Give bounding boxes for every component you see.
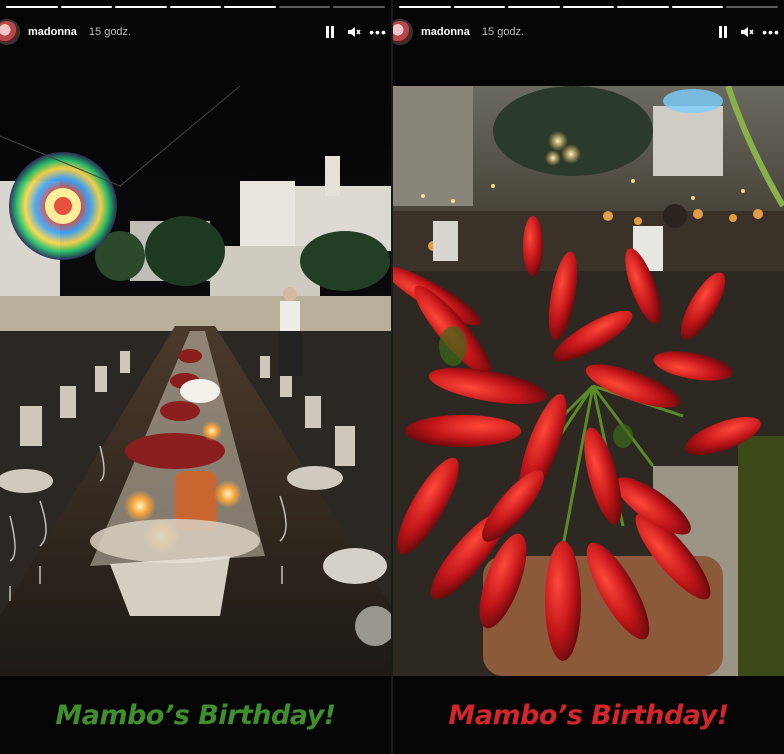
more-icon[interactable]: •••: [369, 25, 386, 39]
progress-segment: [169, 6, 222, 8]
pause-icon[interactable]: [323, 25, 337, 39]
progress-segment: [333, 6, 386, 8]
avatar[interactable]: [0, 19, 20, 45]
avatar[interactable]: [393, 19, 413, 45]
mute-icon[interactable]: [740, 25, 754, 39]
progress-segment: [399, 6, 451, 8]
username[interactable]: madonna: [28, 26, 77, 38]
timestamp: 15 godz.: [88, 26, 132, 38]
progress-segment: [224, 6, 276, 8]
progress-segment: [617, 6, 669, 8]
story-caption: Mambo’s Birthday!: [448, 700, 729, 731]
story-header: madonna 15 godz. •••: [0, 14, 391, 50]
story-photo-dinner-table: [0, 86, 391, 676]
story-photo-chili-peppers: [393, 86, 784, 676]
story-header: madonna 15 godz. •••: [393, 14, 784, 50]
progress-segment: [278, 6, 331, 8]
story-right[interactable]: madonna 15 godz. ••• Mambo’s Birthday!: [393, 0, 784, 754]
mute-icon[interactable]: [347, 25, 361, 39]
more-icon[interactable]: •••: [762, 25, 779, 39]
story-caption: Mambo’s Birthday!: [55, 700, 336, 731]
progress-segment: [508, 6, 560, 8]
progress-segment: [60, 6, 113, 8]
progress-bar: [399, 6, 779, 8]
timestamp: 15 godz.: [481, 26, 525, 38]
progress-segment: [453, 6, 506, 8]
progress-segment: [671, 6, 724, 8]
progress-segment: [115, 6, 167, 8]
username[interactable]: madonna: [421, 26, 470, 38]
progress-segment: [726, 6, 779, 8]
progress-segment: [6, 6, 58, 8]
pause-icon[interactable]: [716, 25, 730, 39]
progress-bar: [6, 6, 386, 8]
story-left[interactable]: madonna 15 godz. ••• Mambo’s Birthday!: [0, 0, 391, 754]
progress-segment: [562, 6, 615, 8]
